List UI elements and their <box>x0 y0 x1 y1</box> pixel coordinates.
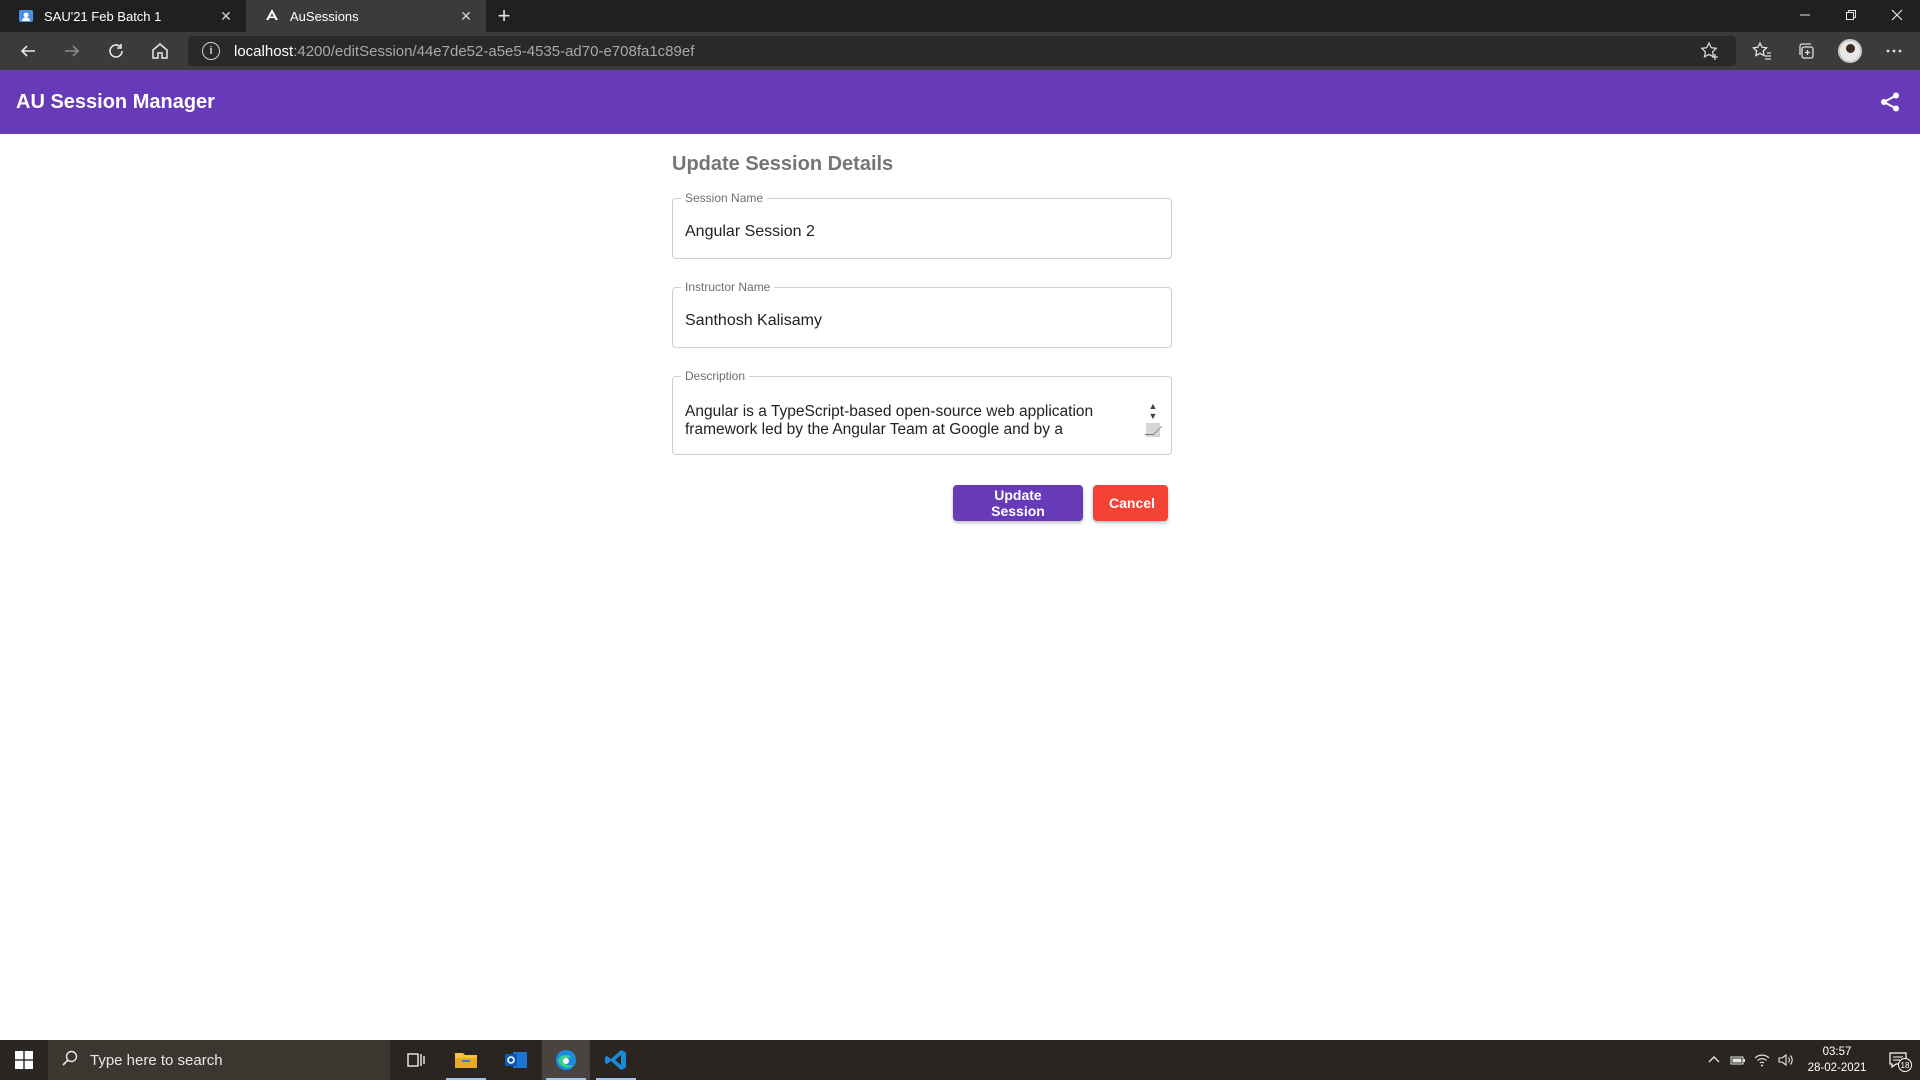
url-path: :4200/editSession/44e7de52-a5e5-4535-ad7… <box>293 42 695 60</box>
update-session-button[interactable]: Update Session <box>953 485 1083 521</box>
window-controls <box>1782 0 1920 32</box>
instructor-name-field[interactable]: Instructor Name Santhosh Kalisamy <box>672 280 1172 348</box>
update-session-form: Update Session Details Session Name Angu… <box>672 150 1172 521</box>
minimize-icon[interactable] <box>1782 0 1828 30</box>
refresh-icon[interactable] <box>102 38 130 64</box>
url-host: localhost <box>234 42 294 60</box>
address-bar[interactable]: i localhost:4200/editSession/44e7de52-a5… <box>188 36 1736 66</box>
windows-start-icon[interactable] <box>0 1040 48 1080</box>
app-title: AU Session Manager <box>16 90 215 113</box>
browser-tab[interactable]: SAU'21 Feb Batch 1 ✕ <box>0 0 246 32</box>
teams-icon <box>18 8 34 24</box>
info-icon[interactable]: i <box>202 42 220 60</box>
more-menu-icon[interactable] <box>1872 32 1916 70</box>
description-field[interactable]: Description Angular is a TypeScript-base… <box>672 369 1172 455</box>
app-toolbar: AU Session Manager <box>0 70 1920 134</box>
forward-icon[interactable] <box>58 38 86 64</box>
notification-count-badge: 18 <box>1898 1058 1912 1072</box>
session-name-field[interactable]: Session Name Angular Session 2 <box>672 191 1172 259</box>
clock-time: 03:57 <box>1822 1046 1852 1058</box>
toolbar-icons <box>1740 32 1916 70</box>
file-explorer-icon[interactable] <box>442 1040 490 1080</box>
cancel-button[interactable]: Cancel <box>1093 485 1168 521</box>
close-window-icon[interactable] <box>1874 0 1920 30</box>
instructor-name-input[interactable]: Santhosh Kalisamy <box>685 312 822 330</box>
browser-tab-active[interactable]: AuSessions ✕ <box>246 0 486 32</box>
session-name-input[interactable]: Angular Session 2 <box>685 223 815 241</box>
wifi-icon[interactable] <box>1750 1053 1774 1067</box>
restore-icon[interactable] <box>1828 0 1874 30</box>
angular-icon <box>264 8 280 24</box>
resize-handle-icon[interactable] <box>1146 423 1160 437</box>
task-view-icon[interactable] <box>392 1040 440 1080</box>
back-icon[interactable] <box>14 38 42 64</box>
home-icon[interactable] <box>146 38 174 64</box>
collections-icon[interactable] <box>1784 32 1828 70</box>
search-icon <box>62 1050 78 1070</box>
close-icon[interactable]: ✕ <box>458 8 474 24</box>
close-icon[interactable]: ✕ <box>218 8 234 24</box>
tab-title: AuSessions <box>290 8 359 24</box>
favorites-icon[interactable] <box>1740 32 1784 70</box>
description-label: Description <box>681 369 750 383</box>
outlook-icon[interactable] <box>492 1040 540 1080</box>
browser-toolbar: i localhost:4200/editSession/44e7de52-a5… <box>0 32 1920 70</box>
chevron-up-icon[interactable] <box>1702 1054 1726 1066</box>
form-actions: Update Session Cancel <box>953 485 1168 521</box>
edge-icon[interactable] <box>542 1040 590 1080</box>
search-placeholder: Type here to search <box>90 1051 223 1069</box>
tab-title: SAU'21 Feb Batch 1 <box>44 8 162 24</box>
session-name-label: Session Name <box>681 191 768 205</box>
windows-taskbar: Type here to search 03:57 28-02-2021 18 <box>0 1040 1920 1080</box>
description-scrollbar[interactable]: ▲ ▼ <box>1145 401 1161 441</box>
clock-date: 28-02-2021 <box>1807 1062 1867 1074</box>
taskbar-search[interactable]: Type here to search <box>48 1040 390 1080</box>
new-tab-button[interactable]: + <box>492 3 516 28</box>
scroll-up-icon[interactable]: ▲ <box>1149 401 1158 411</box>
volume-icon[interactable] <box>1774 1053 1798 1067</box>
add-favorite-icon[interactable] <box>1700 41 1720 65</box>
page-title: Update Session Details <box>672 153 894 175</box>
system-tray: 03:57 28-02-2021 18 <box>1702 1040 1920 1080</box>
scroll-down-icon[interactable]: ▼ <box>1149 411 1158 421</box>
browser-tab-strip: SAU'21 Feb Batch 1 ✕ AuSessions ✕ + <box>0 0 1920 32</box>
instructor-name-label: Instructor Name <box>681 280 775 294</box>
system-clock[interactable]: 03:57 28-02-2021 <box>1798 1044 1876 1076</box>
notification-center-icon[interactable]: 18 <box>1876 1040 1920 1080</box>
vscode-icon[interactable] <box>592 1040 640 1080</box>
share-icon[interactable] <box>1876 88 1904 116</box>
description-textarea[interactable]: Angular is a TypeScript-based open-sourc… <box>685 403 1125 439</box>
profile-avatar[interactable] <box>1828 32 1872 70</box>
battery-icon[interactable] <box>1726 1054 1750 1066</box>
